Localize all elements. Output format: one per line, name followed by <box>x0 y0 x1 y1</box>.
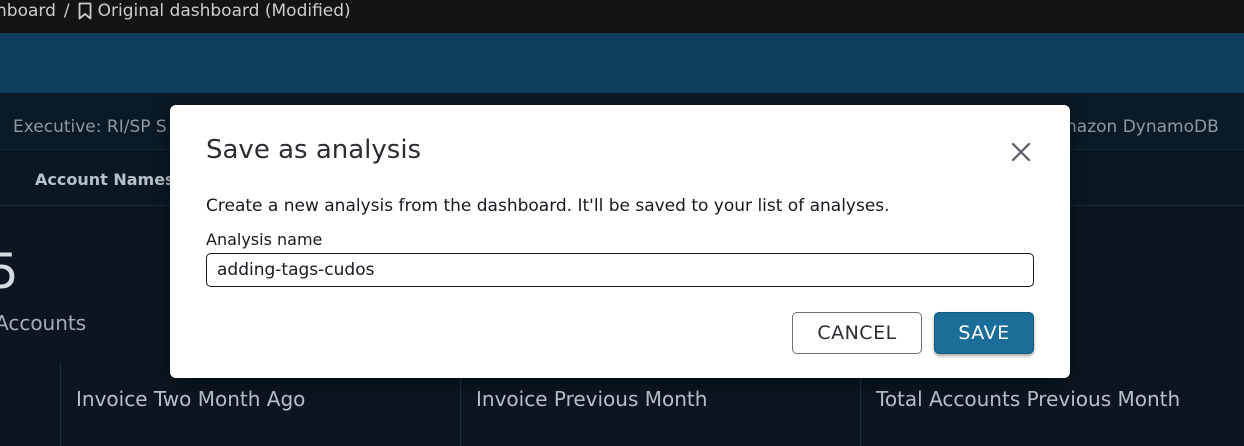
dialog-description: Create a new analysis from the dashboard… <box>206 196 890 216</box>
close-icon <box>1008 139 1034 165</box>
analysis-name-input[interactable] <box>206 253 1034 287</box>
cancel-button[interactable]: CANCEL <box>792 312 922 354</box>
save-button[interactable]: SAVE <box>934 312 1034 354</box>
close-button[interactable] <box>1008 139 1034 165</box>
analysis-name-label: Analysis name <box>206 230 323 249</box>
dashboard-page: hboard / Original dashboard (Modified) E… <box>0 0 1244 446</box>
dialog-title: Save as analysis <box>206 135 422 165</box>
save-as-analysis-dialog: Save as analysis Create a new analysis f… <box>170 105 1070 378</box>
